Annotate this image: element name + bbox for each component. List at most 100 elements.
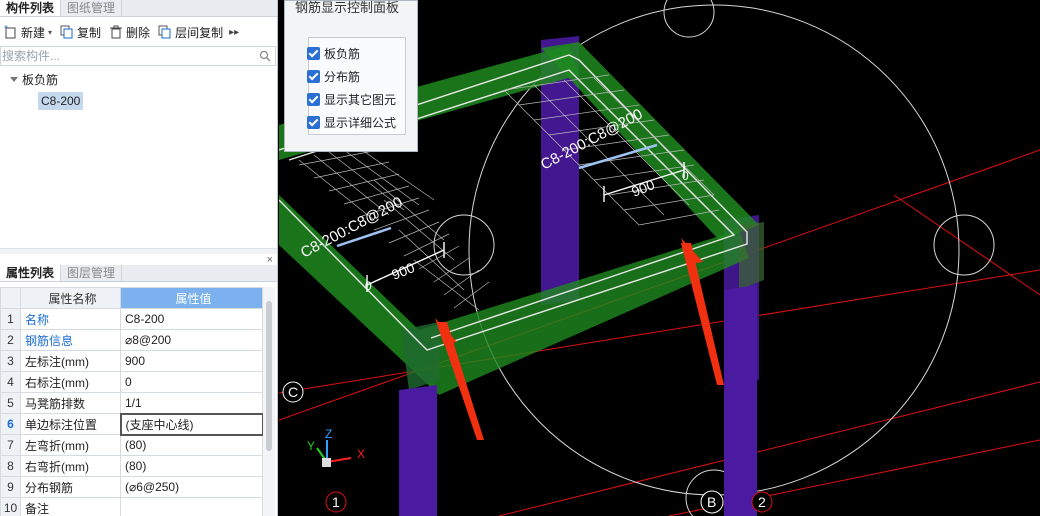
property-value[interactable]: (80) [120, 434, 263, 456]
axis-marker-b: B [707, 494, 716, 510]
table-row[interactable]: 6 单边标注位置 (支座中心线) [0, 412, 264, 436]
property-name: 备注 [20, 497, 121, 516]
rebar-option-label: 显示详细公式 [324, 116, 397, 130]
table-header-row: 属性名称 属性值 [0, 287, 263, 309]
rebar-option-row[interactable]: 显示其它图元 [307, 91, 396, 108]
dim-label-left: 900 [389, 259, 417, 283]
rebar-option-label: 板负筋 [324, 47, 361, 61]
checkbox-checked-icon[interactable] [307, 70, 320, 83]
row-number: 7 [0, 434, 21, 456]
row-number: 5 [0, 392, 21, 414]
rebar-option-row[interactable]: 显示详细公式 [307, 114, 396, 131]
gizmo-z-label: Z [325, 427, 332, 441]
tree-group-label: 板负筋 [22, 72, 59, 87]
property-value[interactable] [120, 497, 263, 516]
property-value[interactable]: 0 [120, 371, 263, 393]
search-icon[interactable] [259, 50, 271, 62]
search-input[interactable] [1, 47, 241, 65]
property-name: 分布钢筋 [20, 476, 121, 498]
header-property-name: 属性名称 [20, 287, 121, 309]
gizmo-origin [322, 458, 331, 467]
floor-copy-button[interactable]: 层间复制 [154, 21, 227, 43]
table-row[interactable]: 8 右弯折(mm) (80) [0, 455, 263, 477]
property-name: 右标注(mm) [20, 371, 121, 393]
tab-property-list[interactable]: 属性列表 [0, 265, 62, 281]
property-name: 单边标注位置 [20, 413, 121, 435]
axis-marker-c: C [288, 384, 298, 400]
more-tools-button[interactable]: ▸▸ [229, 27, 239, 38]
left-panel: 构件列表 图纸管理 * 新建 ▾ 复制 删除 层间复制 ▸▸ 搜索构件... 板… [0, 0, 278, 516]
new-icon: * [4, 24, 18, 39]
orbit-handle-right[interactable] [933, 214, 995, 276]
property-name: 左弯折(mm) [20, 434, 121, 456]
trash-icon [109, 25, 123, 39]
beam-corner-block [739, 222, 764, 290]
table-row[interactable]: 2 钢筋信息 ⌀8@200 [0, 329, 263, 351]
header-num [0, 287, 21, 309]
checkbox-checked-icon[interactable] [307, 93, 320, 106]
property-name: 钢筋信息 [20, 329, 121, 351]
column-front-left [399, 385, 437, 516]
table-row[interactable]: 10 备注 [0, 497, 263, 516]
property-table: 属性名称 属性值 1 名称 C8-200 2 钢筋信息 ⌀8@200 3 左标注(mm) 900… [0, 287, 264, 516]
rebar-option-label: 显示其它图元 [324, 93, 397, 107]
table-row[interactable]: 3 左标注(mm) 900 [0, 350, 263, 372]
tab-layer-management[interactable]: 图层管理 [61, 265, 123, 281]
property-value[interactable]: C8-200 [120, 308, 263, 330]
property-name: 马凳筋排数 [20, 392, 121, 414]
row-number: 8 [0, 455, 21, 477]
rebar-option-label: 分布筋 [324, 70, 361, 84]
scrollbar-thumb[interactable] [266, 301, 272, 451]
close-icon[interactable]: × [267, 252, 273, 268]
row-number: 10 [0, 497, 21, 516]
table-row[interactable]: 5 马凳筋排数 1/1 [0, 392, 263, 414]
checkbox-checked-icon[interactable] [307, 116, 320, 129]
floor-copy-label: 层间复制 [175, 25, 224, 40]
property-tabbar: 属性列表 图层管理 × [0, 254, 277, 282]
delete-label: 删除 [126, 25, 151, 40]
svg-text:*: * [4, 25, 8, 33]
property-value[interactable]: ⌀8@200 [120, 329, 263, 351]
row-number: 4 [0, 371, 21, 393]
copy-label: 复制 [77, 25, 102, 40]
tab-component-list[interactable]: 构件列表 [0, 0, 62, 16]
component-tree: 板负筋 C8-200 [0, 68, 277, 112]
panel-splitter[interactable] [0, 248, 277, 254]
table-row[interactable]: 9 分布钢筋 (⌀6@250) [0, 476, 263, 498]
delete-button[interactable]: 删除 [105, 21, 154, 43]
copy-button[interactable]: 复制 [56, 21, 105, 43]
tree-item-label[interactable]: C8-200 [38, 92, 84, 110]
property-value[interactable]: (⌀6@250) [120, 476, 263, 498]
new-button[interactable]: * 新建 ▾ [0, 21, 56, 43]
checkbox-checked-icon[interactable] [307, 47, 320, 60]
property-value[interactable]: (支座中心线) [119, 412, 264, 436]
property-value[interactable]: 1/1 [120, 392, 263, 414]
orbit-handle-left[interactable] [433, 214, 495, 276]
rebar-option-row[interactable]: 分布筋 [307, 68, 360, 85]
table-row[interactable]: 7 左弯折(mm) (80) [0, 434, 263, 456]
component-toolbar: * 新建 ▾ 复制 删除 层间复制 ▸▸ [0, 20, 277, 44]
property-scrollbar[interactable] [263, 287, 275, 516]
property-name: 右弯折(mm) [20, 455, 121, 477]
table-row[interactable]: 1 名称 C8-200 [0, 308, 263, 330]
property-name: 左标注(mm) [20, 350, 121, 372]
tree-group-negative-rebar[interactable]: 板负筋 [0, 68, 277, 90]
component-search [0, 46, 276, 66]
dim-zero-right: 0 [682, 169, 689, 183]
property-value[interactable]: 900 [120, 350, 263, 372]
dropdown-arrow-icon[interactable]: ▾ [48, 28, 52, 37]
axis-line-diag [893, 194, 1040, 296]
rebar-option-row[interactable]: 板负筋 [307, 45, 360, 62]
caret-down-icon[interactable] [10, 76, 18, 82]
beam-corner-front [401, 322, 439, 390]
row-number: 1 [0, 308, 21, 330]
tab-drawing-management[interactable]: 图纸管理 [61, 0, 123, 16]
gizmo-x-label: X [357, 447, 365, 461]
property-rows: 1 名称 C8-200 2 钢筋信息 ⌀8@200 3 左标注(mm) 900 4 右标注(mm) 0… [0, 308, 264, 516]
table-row[interactable]: 4 右标注(mm) 0 [0, 371, 263, 393]
property-value[interactable]: (80) [120, 455, 263, 477]
rebar-display-panel: 钢筋显示控制面板 板负筋 分布筋 显示其它图元 显示详细公式 [284, 0, 418, 152]
tree-item[interactable]: C8-200 [0, 90, 277, 112]
column-front-right [724, 285, 757, 516]
property-name: 名称 [20, 308, 121, 330]
